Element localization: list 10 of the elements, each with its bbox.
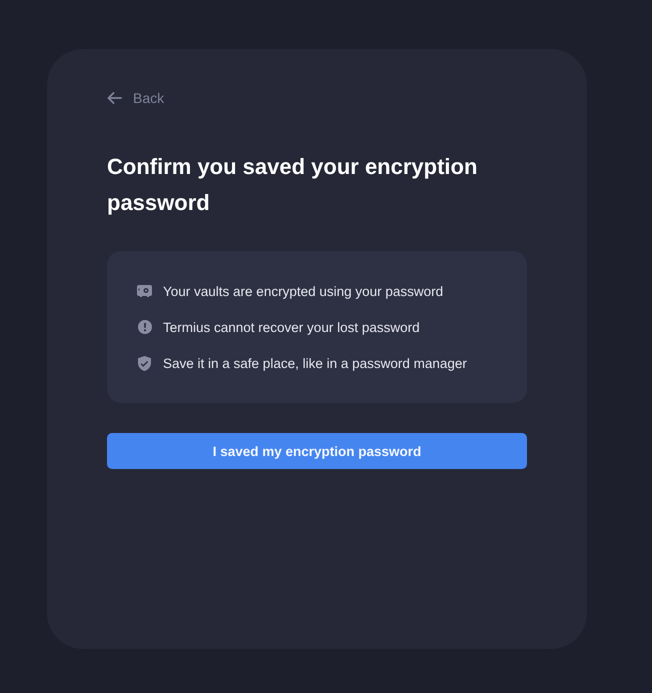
shield-check-icon [138, 356, 151, 370]
safe-icon [137, 285, 152, 297]
info-text: Save it in a safe place, like in a password manager [163, 356, 467, 370]
dialog-title: Confirm you saved your encryption password [107, 153, 478, 217]
confirm-button[interactable]: I saved my encryption password [107, 433, 527, 469]
alert-icon [138, 320, 152, 334]
left-arrow-icon [107, 92, 122, 104]
info-text: Termius cannot recover your lost password [163, 320, 420, 334]
info-text: Your vaults are encrypted using your password [163, 284, 444, 298]
back-link[interactable]: Back [107, 87, 164, 109]
